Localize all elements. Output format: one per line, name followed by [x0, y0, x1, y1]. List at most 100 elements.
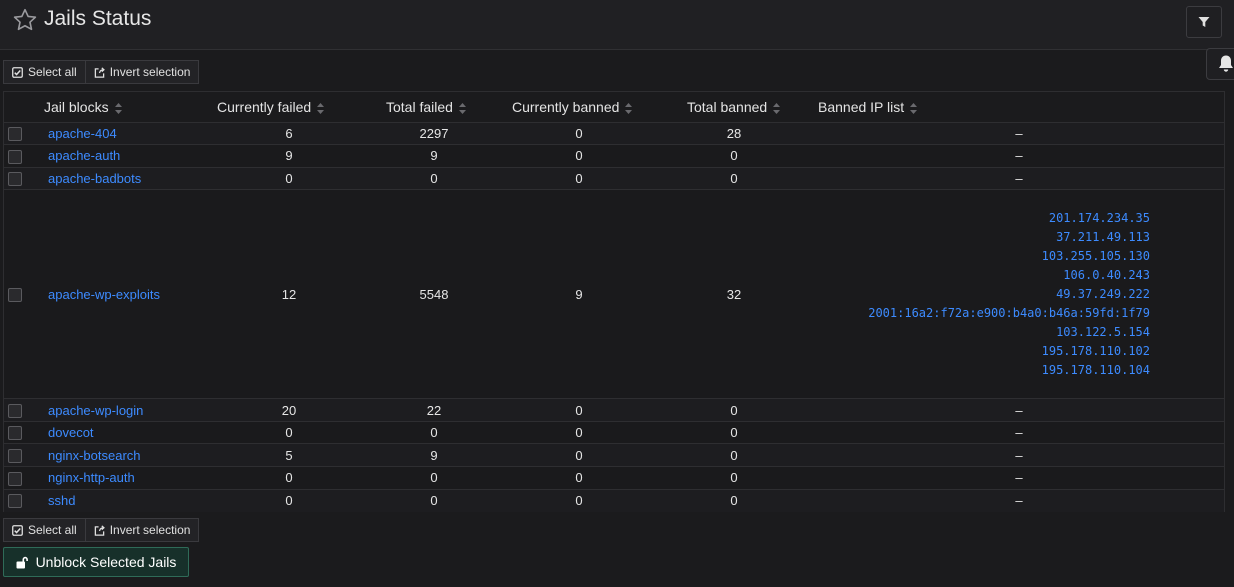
- table-row: apache-wp-login 20 22 0 0–: [4, 398, 1224, 422]
- sort-icon: [773, 102, 781, 114]
- currently-failed-value: 6: [214, 121, 364, 145]
- total-banned-value: 0: [654, 488, 814, 512]
- select-all-label: Select all: [28, 65, 77, 79]
- jail-link[interactable]: sshd: [48, 493, 75, 508]
- jail-name-cell: nginx-http-auth: [44, 466, 214, 490]
- currently-failed-value: 0: [214, 166, 364, 190]
- total-banned-value: 0: [654, 420, 814, 444]
- unblock-selected-jails-button[interactable]: Unblock Selected Jails: [3, 547, 189, 577]
- banned-ip-link[interactable]: 106.0.40.243: [814, 266, 1150, 285]
- jail-link[interactable]: apache-wp-login: [48, 403, 143, 418]
- currently-failed-value: 0: [214, 488, 364, 512]
- column-header-currently-banned[interactable]: Currently banned: [504, 92, 654, 123]
- jail-name-cell: apache-wp-exploits: [44, 189, 214, 399]
- currently-banned-value: 0: [504, 488, 654, 512]
- row-checkbox[interactable]: [8, 172, 22, 187]
- table-row: apache-wp-exploits 12 5548 9 32 201.174.234.3…: [4, 189, 1224, 399]
- selection-toolbar-top: Select all Invert selection: [3, 60, 200, 84]
- jail-link[interactable]: apache-wp-exploits: [48, 287, 160, 302]
- total-banned-value: 0: [654, 443, 814, 467]
- jail-link[interactable]: apache-auth: [48, 148, 120, 163]
- total-failed-value: 22: [364, 398, 504, 422]
- total-failed-value: 0: [364, 420, 504, 444]
- row-checkbox[interactable]: [8, 471, 22, 486]
- column-header-total-failed[interactable]: Total failed: [364, 92, 504, 123]
- select-all-button[interactable]: Select all: [3, 60, 86, 84]
- share-square-icon: [94, 66, 105, 78]
- currently-banned-value: 0: [504, 420, 654, 444]
- banned-ip-empty: –: [814, 398, 1224, 422]
- total-banned-value: 0: [654, 166, 814, 190]
- banned-ip-list: 201.174.234.35 37.211.49.113 103.255.105.1…: [814, 189, 1224, 399]
- row-checkbox[interactable]: [8, 403, 22, 418]
- invert-selection-button[interactable]: Invert selection: [85, 60, 200, 84]
- currently-failed-value: 0: [214, 420, 364, 444]
- jail-link[interactable]: nginx-http-auth: [48, 470, 135, 485]
- banned-ip-empty: –: [814, 466, 1224, 490]
- jail-name-cell: apache-404: [44, 121, 214, 145]
- row-select-cell: [4, 121, 44, 145]
- banned-ip-empty: –: [814, 420, 1224, 444]
- jail-name-cell: sshd: [44, 488, 214, 512]
- jail-name-cell: nginx-botsearch: [44, 443, 214, 467]
- jail-link[interactable]: apache-404: [48, 126, 117, 141]
- notifications-button[interactable]: [1206, 48, 1234, 80]
- currently-banned-value: 0: [504, 166, 654, 190]
- filter-icon: [1198, 17, 1210, 27]
- row-select-cell: [4, 420, 44, 444]
- page-header: Jails Status: [0, 0, 1234, 50]
- column-header-currently-failed[interactable]: Currently failed: [214, 92, 364, 123]
- banned-ip-link[interactable]: 2001:16a2:f72a:e900:b4a0:b46a:59fd:1f79: [814, 304, 1150, 323]
- jail-name-cell: apache-badbots: [44, 166, 214, 190]
- banned-ip-empty: –: [814, 121, 1224, 145]
- total-failed-value: 9: [364, 443, 504, 467]
- table-row: nginx-botsearch 5 9 0 0–: [4, 443, 1224, 467]
- sort-icon: [317, 102, 325, 114]
- row-checkbox[interactable]: [8, 449, 22, 464]
- table-row: dovecot 0 0 0 0–: [4, 420, 1224, 444]
- invert-selection-button[interactable]: Invert selection: [85, 518, 200, 542]
- table-header-row: Jail blocks Currently failed Total faile…: [4, 92, 1224, 123]
- star-outline-icon[interactable]: [12, 7, 38, 33]
- currently-failed-value: 0: [214, 466, 364, 490]
- jail-link[interactable]: apache-badbots: [48, 171, 141, 186]
- table-row: apache-404 6 2297 0 28–: [4, 121, 1224, 145]
- column-header-total-banned[interactable]: Total banned: [654, 92, 814, 123]
- check-square-icon: [12, 66, 23, 78]
- row-select-cell: [4, 466, 44, 490]
- row-select-cell: [4, 166, 44, 190]
- row-checkbox[interactable]: [8, 426, 22, 441]
- banned-ip-link[interactable]: 195.178.110.104: [814, 361, 1150, 380]
- total-failed-value: 0: [364, 466, 504, 490]
- total-failed-value: 0: [364, 488, 504, 512]
- banned-ip-link[interactable]: 49.37.249.222: [814, 285, 1150, 304]
- currently-failed-value: 5: [214, 443, 364, 467]
- total-failed-value: 9: [364, 144, 504, 168]
- banned-ip-link[interactable]: 103.255.105.130: [814, 247, 1150, 266]
- filter-button[interactable]: [1186, 6, 1222, 38]
- banned-ip-link[interactable]: 201.174.234.35: [814, 209, 1150, 228]
- row-select-cell: [4, 189, 44, 399]
- banned-ip-link[interactable]: 195.178.110.102: [814, 342, 1150, 361]
- select-column-header: [4, 92, 44, 123]
- total-banned-value: 0: [654, 398, 814, 422]
- row-select-cell: [4, 398, 44, 422]
- banned-ip-empty: –: [814, 488, 1224, 512]
- total-failed-value: 0: [364, 166, 504, 190]
- banned-ip-link[interactable]: 37.211.49.113: [814, 228, 1150, 247]
- select-all-button[interactable]: Select all: [3, 518, 86, 542]
- total-failed-value: 2297: [364, 121, 504, 145]
- total-banned-value: 0: [654, 466, 814, 490]
- column-header-jail-blocks[interactable]: Jail blocks: [44, 92, 214, 123]
- row-checkbox[interactable]: [8, 127, 22, 142]
- row-checkbox[interactable]: [8, 288, 22, 303]
- total-banned-value: 28: [654, 121, 814, 145]
- jails-table: Jail blocks Currently failed Total faile…: [3, 91, 1225, 512]
- select-all-label: Select all: [28, 523, 77, 537]
- row-checkbox[interactable]: [8, 149, 22, 164]
- column-header-banned-ip-list[interactable]: Banned IP list: [814, 92, 1224, 123]
- row-checkbox[interactable]: [8, 494, 22, 509]
- jail-link[interactable]: dovecot: [48, 425, 94, 440]
- jail-link[interactable]: nginx-botsearch: [48, 448, 141, 463]
- banned-ip-link[interactable]: 103.122.5.154: [814, 323, 1150, 342]
